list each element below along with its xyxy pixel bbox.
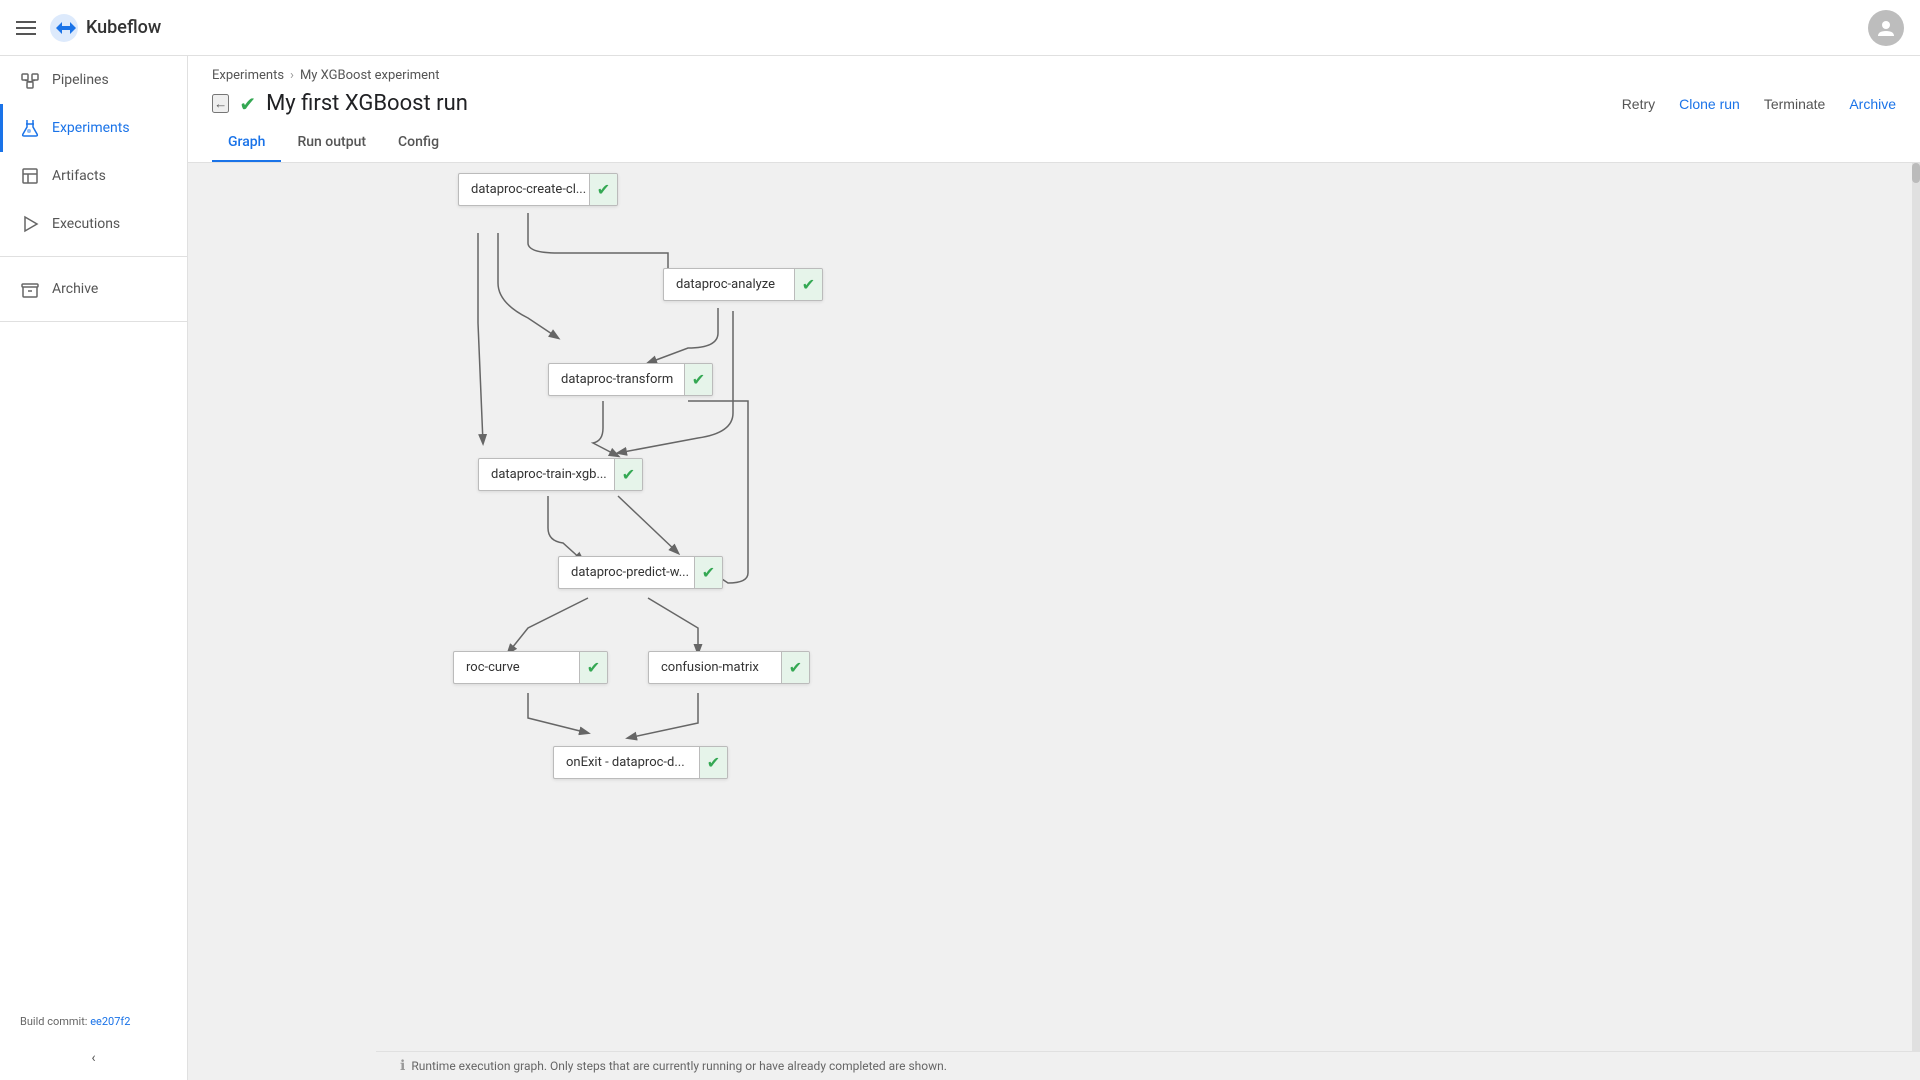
flow-container: dataproc-create-cl... ✔ dataproc-analyze… [188,163,1920,963]
execution-icon [20,214,40,234]
breadcrumb-experiments[interactable]: Experiments [212,68,284,83]
sidebar-item-experiments[interactable]: Experiments [0,104,187,152]
page-title: My first XGBoost run [266,91,468,116]
page-header: Experiments › My XGBoost experiment ← ✔ … [188,56,1920,163]
success-check-icon: ✔ [702,563,715,582]
tab-graph[interactable]: Graph [212,124,281,162]
node-dataproc-create-cl[interactable]: dataproc-create-cl... ✔ [458,173,618,206]
node-dataproc-train-xgb[interactable]: dataproc-train-xgb... ✔ [478,458,643,491]
tabs: Graph Run output Config [212,124,1896,162]
page-title-left: ← ✔ My first XGBoost run [212,91,468,116]
footer-text: Runtime execution graph. Only steps that… [411,1059,947,1073]
node-label: dataproc-create-cl... [471,182,605,197]
sidebar: Pipelines Experiments Arti [0,56,188,1080]
flow-arrows [188,163,1920,963]
topbar-right [1868,10,1904,46]
node-success-tab: ✔ [579,652,607,683]
terminate-button[interactable]: Terminate [1764,96,1825,112]
build-commit: Build commit: ee207f2 [0,1007,187,1036]
node-success-tab: ✔ [794,269,822,300]
logo: Kubeflow [48,12,161,44]
back-button[interactable]: ← [212,94,229,113]
sidebar-label-experiments: Experiments [52,120,130,136]
success-check-icon: ✔ [789,658,802,677]
footer-info: ℹ Runtime execution graph. Only steps th… [376,1051,1920,1080]
breadcrumb-separator: › [290,68,294,83]
breadcrumb-current: My XGBoost experiment [300,68,440,83]
node-success-tab: ✔ [699,747,727,778]
sidebar-item-executions[interactable]: Executions [0,200,187,248]
avatar-icon [1876,18,1896,38]
topbar: Kubeflow [0,0,1920,56]
scrollbar-track [1912,163,1920,1080]
kubeflow-logo-icon [48,12,80,44]
node-confusion-matrix[interactable]: confusion-matrix ✔ [648,651,810,684]
tab-run-output[interactable]: Run output [281,124,382,162]
success-check-icon: ✔ [622,465,635,484]
main-content: Experiments › My XGBoost experiment ← ✔ … [188,56,1920,1080]
graph-area: dataproc-create-cl... ✔ dataproc-analyze… [188,163,1920,1080]
node-success-tab: ✔ [781,652,809,683]
tab-config[interactable]: Config [382,124,455,162]
menu-button[interactable] [16,21,36,35]
topbar-left: Kubeflow [16,12,161,44]
page-title-row: ← ✔ My first XGBoost run Retry Clone run… [212,91,1896,116]
retry-button[interactable]: Retry [1622,96,1655,112]
node-label: confusion-matrix [661,660,797,675]
node-onexit-dataproc[interactable]: onExit - dataproc-d... ✔ [553,746,728,779]
sidebar-item-pipelines[interactable]: Pipelines [0,56,187,104]
node-success-tab: ✔ [614,459,642,490]
collapse-sidebar-button[interactable]: ‹ [0,1036,187,1080]
graph-scroll[interactable]: dataproc-create-cl... ✔ dataproc-analyze… [188,163,1920,1080]
avatar[interactable] [1868,10,1904,46]
node-label: dataproc-analyze [676,277,810,292]
experiment-icon [20,118,40,138]
node-roc-curve[interactable]: roc-curve ✔ [453,651,608,684]
sidebar-item-artifacts[interactable]: Artifacts [0,152,187,200]
scrollbar-thumb[interactable] [1912,163,1920,183]
pipeline-icon [20,70,40,90]
success-check-icon: ✔ [597,180,610,199]
info-icon: ℹ [400,1058,405,1074]
success-check-icon: ✔ [707,753,720,772]
sidebar-label-pipelines: Pipelines [52,72,109,88]
collapse-icon: ‹ [91,1050,95,1066]
clone-run-button[interactable]: Clone run [1679,96,1740,112]
node-label: dataproc-train-xgb... [491,467,630,482]
node-label: dataproc-transform [561,372,700,387]
node-dataproc-predict-w[interactable]: dataproc-predict-w... ✔ [558,556,723,589]
success-check-icon: ✔ [587,658,600,677]
archive-icon [20,279,40,299]
success-check-icon: ✔ [692,370,705,389]
sidebar-label-executions: Executions [52,216,120,232]
breadcrumb: Experiments › My XGBoost experiment [212,68,1896,83]
sidebar-label-archive: Archive [52,281,98,297]
node-success-tab: ✔ [694,557,722,588]
build-commit-link[interactable]: ee207f2 [90,1015,130,1028]
node-label: dataproc-predict-w... [571,565,710,580]
archive-button[interactable]: Archive [1849,96,1896,112]
sidebar-divider-1 [0,256,187,257]
node-label: roc-curve [466,660,595,675]
logo-text: Kubeflow [86,17,161,38]
node-success-tab: ✔ [589,174,617,205]
sidebar-divider-2 [0,321,187,322]
node-dataproc-analyze[interactable]: dataproc-analyze ✔ [663,268,823,301]
run-status-icon: ✔ [239,92,256,116]
sidebar-label-artifacts: Artifacts [52,168,106,184]
node-label: onExit - dataproc-d... [566,755,715,770]
node-success-tab: ✔ [684,364,712,395]
sidebar-item-archive[interactable]: Archive [0,265,187,313]
artifact-icon [20,166,40,186]
app-body: Pipelines Experiments Arti [0,56,1920,1080]
success-check-icon: ✔ [802,275,815,294]
page-actions: Retry Clone run Terminate Archive [1622,96,1896,112]
node-dataproc-transform[interactable]: dataproc-transform ✔ [548,363,713,396]
